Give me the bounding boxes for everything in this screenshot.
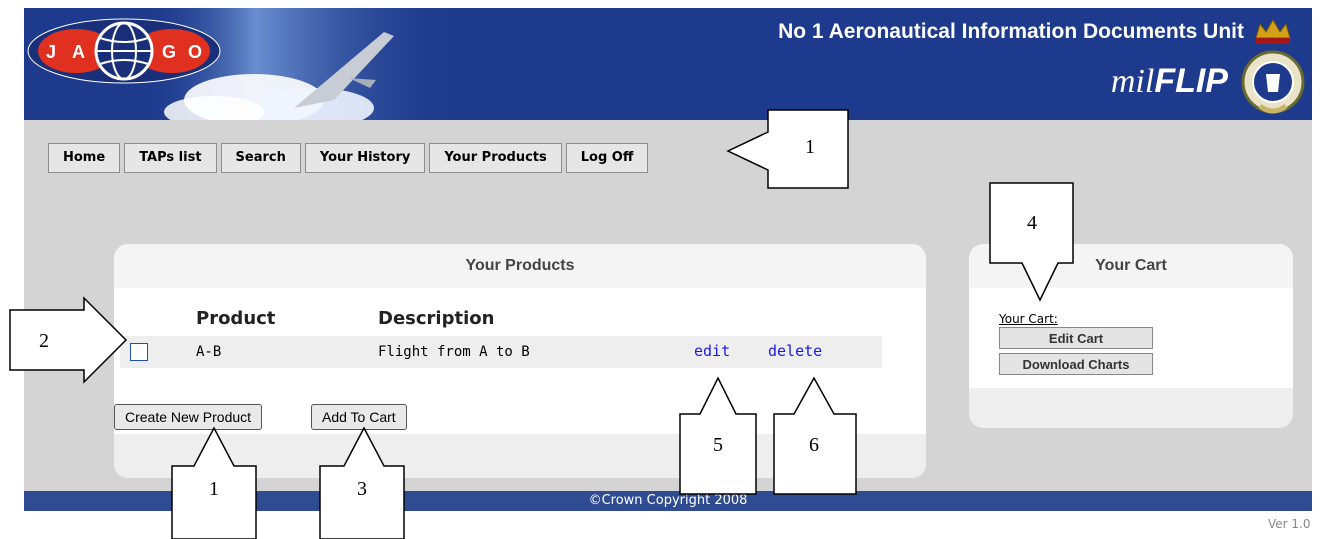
product-select-checkbox[interactable]: [130, 343, 148, 361]
unit-title: No 1 Aeronautical Information Documents …: [778, 20, 1244, 43]
products-panel-title: Your Products: [114, 244, 926, 288]
table-row: A-B Flight from A to B edit delete: [120, 336, 882, 368]
callout-label-edit: 5: [713, 434, 723, 456]
product-description-cell: Flight from A to B: [378, 344, 530, 360]
callout-label-cart: 4: [1027, 212, 1037, 234]
logo-letter-o: O: [188, 42, 202, 62]
nav-taps-list[interactable]: TAPs list: [124, 143, 217, 173]
milflip-brand: milFLIP: [984, 62, 1228, 101]
logo-letter-a: A: [72, 42, 85, 62]
download-charts-button[interactable]: Download Charts: [999, 353, 1153, 375]
products-table: Product Description A-B Flight from A to…: [114, 288, 926, 434]
brand-suffix: FLIP: [1154, 62, 1228, 100]
brand-prefix: mil: [1110, 63, 1155, 100]
logo-letter-g: G: [162, 42, 176, 62]
logo-letter-j: J: [46, 42, 56, 62]
nav-search[interactable]: Search: [220, 143, 301, 173]
main-nav: Home TAPs list Search Your History Your …: [48, 143, 649, 173]
site-header: J A G O No 1 Aeronautical Information Do…: [24, 8, 1312, 120]
edit-cart-button[interactable]: Edit Cart: [999, 327, 1153, 349]
nav-log-off[interactable]: Log Off: [565, 143, 649, 173]
nav-home[interactable]: Home: [48, 143, 121, 173]
callout-label-nav: 1: [805, 136, 815, 158]
callout-label-checkbox: 2: [39, 330, 49, 352]
nav-your-history[interactable]: Your History: [304, 143, 426, 173]
column-header-product: Product: [196, 308, 276, 329]
cart-panel: Your Cart Your Cart: Edit Cart Download …: [969, 244, 1293, 428]
callout-label-delete: 6: [809, 434, 819, 456]
product-name-cell: A-B: [196, 344, 222, 360]
add-to-cart-button[interactable]: Add To Cart: [311, 404, 407, 430]
nav-your-products[interactable]: Your Products: [429, 143, 562, 173]
callout-label-add-to-cart: 3: [357, 478, 367, 500]
page-frame: J A G O No 1 Aeronautical Information Do…: [24, 8, 1312, 511]
callout-label-create: 1: [209, 478, 219, 500]
jago-logo: J A G O: [27, 18, 221, 84]
create-new-product-button[interactable]: Create New Product: [114, 404, 263, 430]
cart-panel-body: Your Cart: Edit Cart Download Charts: [969, 288, 1293, 388]
cart-panel-title: Your Cart: [969, 244, 1293, 288]
version-label: Ver 1.0: [1268, 517, 1311, 531]
squadron-crest-icon: [1241, 19, 1305, 114]
delete-product-link[interactable]: delete: [768, 342, 822, 360]
column-header-description: Description: [378, 308, 495, 329]
your-cart-link[interactable]: Your Cart:: [999, 312, 1058, 326]
edit-product-link[interactable]: edit: [694, 342, 730, 360]
